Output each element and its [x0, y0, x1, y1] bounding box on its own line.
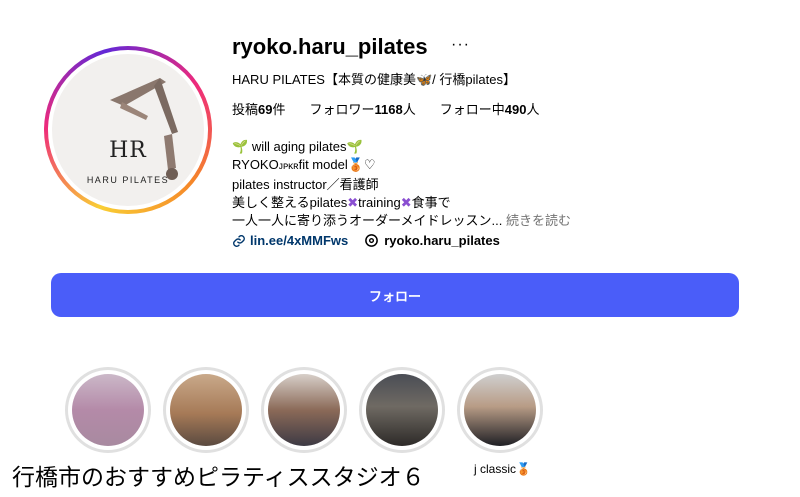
followers-unit: 人 [402, 102, 416, 117]
highlight-2-image [170, 374, 242, 446]
profile-avatar[interactable]: HR HARU PILATES [44, 46, 212, 214]
bio-line-5: 一人一人に寄り添うオーダーメイドレッスン... 続きを読む [232, 212, 571, 230]
following-label: フォロー中 [439, 102, 505, 117]
bio-line-4-c: 食事で [411, 195, 451, 210]
follow-button[interactable]: フォロー [51, 273, 739, 317]
link-icon [233, 234, 245, 247]
bio-line-2-small: ᴊᴘᴋʀ [278, 161, 299, 172]
profile-stats: 投稿69件 フォロワー1168人 フォロー中490人 [232, 99, 539, 118]
sprout-icon: 🌱 [232, 139, 249, 154]
bio-line-4-b: training [358, 195, 401, 210]
medal-icon: 🥉 [516, 462, 531, 476]
username: ryoko.haru_pilates [232, 34, 428, 59]
sprout-icon: 🌱 [346, 139, 363, 154]
followers-count: 1168 [374, 102, 403, 117]
bio-line-2-text: fit model [298, 157, 348, 172]
highlight-3-image [268, 374, 340, 446]
followers-label: フォロワー [309, 102, 375, 117]
highlight-5-label: j classic🥉 [474, 462, 531, 476]
profile-bio: 🌱 will aging pilates🌱 RYOKOᴊᴘᴋʀfit model… [232, 138, 571, 230]
highlight-1[interactable] [65, 367, 151, 453]
highlight-2[interactable] [163, 367, 249, 453]
external-link-text: lin.ee/4xMMFws [250, 233, 349, 248]
full-name-suffix: / 行橋pilates】 [432, 72, 516, 87]
cross-mark-icon: ✖ [400, 195, 412, 210]
bio-line-2-name: RYOKO [232, 157, 279, 172]
more-options-icon[interactable]: ··· [451, 36, 470, 54]
threads-icon [365, 234, 379, 247]
avatar-brand-text: HARU PILATES [86, 175, 170, 185]
medal-icon: 🥉 [347, 157, 364, 172]
overlay-caption: 行橋市のおすすめピラティススタジオ６ [12, 465, 425, 491]
external-link[interactable]: lin.ee/4xMMFws [232, 233, 348, 248]
profile-links: lin.ee/4xMMFws ryoko.haru_pilates [232, 233, 500, 248]
threads-link-text: ryoko.haru_pilates [384, 233, 500, 248]
avatar-image: HR HARU PILATES [52, 54, 204, 206]
threads-link[interactable]: ryoko.haru_pilates [364, 233, 500, 248]
avatar-border: HR HARU PILATES [48, 50, 208, 210]
bio-line-1: 🌱 will aging pilates🌱 [232, 138, 571, 156]
highlight-5-image [464, 374, 536, 446]
avatar-monogram: HR [109, 138, 147, 163]
following-unit: 人 [526, 102, 540, 117]
highlight-4[interactable] [359, 367, 445, 453]
highlight-4-image [366, 374, 438, 446]
bio-line-3: pilates instructor／看護師 [232, 177, 379, 192]
posts-label: 投稿 [232, 102, 259, 117]
highlight-3[interactable] [261, 367, 347, 453]
followers-stat[interactable]: フォロワー1168人 [310, 99, 416, 118]
highlight-1-image [72, 374, 144, 446]
read-more-link[interactable]: 続きを読む [506, 213, 571, 228]
heart-symbol: ♡ [363, 157, 376, 172]
bio-line-4: 美しく整えるpilates✖training✖食事で [232, 194, 571, 212]
highlight-5[interactable] [457, 367, 543, 453]
full-name: HARU PILATES【本質の健康美🦋/ 行橋pilates】 [232, 69, 516, 88]
posts-stat: 投稿69件 [232, 99, 286, 118]
posts-count: 69 [258, 102, 273, 117]
bio-line-5-text: 一人一人に寄り添うオーダーメイドレッスン... [232, 213, 503, 228]
following-stat[interactable]: フォロー中490人 [440, 99, 540, 118]
bio-line-2: RYOKOᴊᴘᴋʀfit model🥉♡ [232, 156, 571, 176]
highlight-5-label-text: j classic [474, 462, 517, 476]
butterfly-icon: 🦋 [415, 72, 433, 87]
following-count: 490 [504, 102, 527, 117]
posts-unit: 件 [272, 102, 286, 117]
cross-mark-icon: ✖ [347, 195, 359, 210]
full-name-text: HARU PILATES【本質の健康美 [232, 72, 416, 87]
pilates-pose-illustration [110, 78, 178, 180]
bio-line-1-text: will aging pilates [251, 139, 347, 154]
bio-line-4-a: 美しく整えるpilates [232, 195, 348, 210]
